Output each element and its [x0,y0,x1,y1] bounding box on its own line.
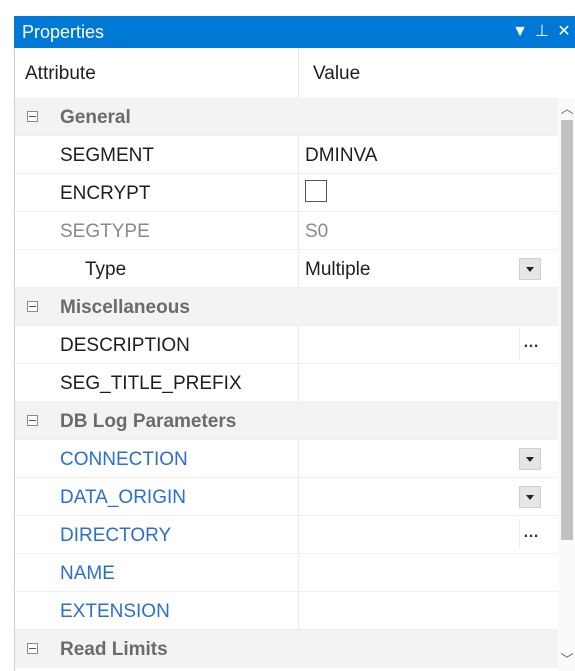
collapse-icon[interactable] [27,111,38,122]
scrollbar-thumb[interactable] [561,120,573,540]
encrypt-checkbox[interactable] [305,180,327,202]
category-label: Read Limits [60,639,168,660]
ellipsis-icon[interactable]: … [519,519,542,549]
panel-title: Properties [22,21,105,42]
cell-divider [298,592,299,630]
property-row-type[interactable]: Type Multiple [15,250,558,288]
window-position-dropdown-icon[interactable]: ▼ [509,16,531,48]
close-icon[interactable]: ✕ [553,16,575,48]
property-rows: General SEGMENT DMINVA ENCRYPT SEGTYPE S… [15,98,558,668]
property-value: S0 [305,221,329,242]
property-grid: Attribute Value General SEGMENT DMINVA E… [14,48,575,671]
collapse-icon[interactable] [27,643,38,654]
property-name: SEG_TITLE_PREFIX [60,373,242,394]
cell-divider [298,478,299,516]
collapse-icon[interactable] [27,301,38,312]
cell-divider [298,440,299,478]
property-row-description[interactable]: DESCRIPTION … [15,326,558,364]
property-value[interactable]: DMINVA [305,145,377,167]
property-row-extension[interactable]: EXTENSION [15,592,558,630]
chevron-down-icon[interactable] [519,486,541,508]
property-name: SEGMENT [60,145,154,166]
cell-divider [298,174,299,212]
property-name: DATA_ORIGIN [60,487,186,508]
cell-divider [298,212,299,250]
property-row-segtype[interactable]: SEGTYPE S0 [15,212,558,250]
category-miscellaneous[interactable]: Miscellaneous [15,288,558,326]
property-name: NAME [60,563,115,584]
cell-divider [298,136,299,174]
property-row-name[interactable]: NAME [15,554,558,592]
vertical-scrollbar[interactable]: ︿ ﹀ [558,98,575,671]
property-row-segment[interactable]: SEGMENT DMINVA [15,136,558,174]
property-row-data-origin[interactable]: DATA_ORIGIN [15,478,558,516]
column-divider[interactable] [298,48,299,98]
property-name: DESCRIPTION [60,335,190,356]
cell-divider [298,554,299,592]
category-label: DB Log Parameters [60,411,237,432]
category-label: Miscellaneous [60,297,190,318]
property-row-connection[interactable]: CONNECTION [15,440,558,478]
value-column-header[interactable]: Value [313,63,360,85]
collapse-icon[interactable] [27,415,38,426]
category-label: General [60,107,131,128]
property-row-directory[interactable]: DIRECTORY … [15,516,558,554]
category-db-log-parameters[interactable]: DB Log Parameters [15,402,558,440]
chevron-down-icon[interactable] [519,258,541,280]
scroll-up-icon[interactable]: ︿ [558,98,575,120]
pin-icon[interactable]: ⊥ [531,16,553,48]
cell-divider [298,364,299,402]
property-name: Type [85,259,127,280]
attribute-column-header[interactable]: Attribute [25,63,96,85]
property-row-encrypt[interactable]: ENCRYPT [15,174,558,212]
ellipsis-icon[interactable]: … [519,329,542,359]
cell-divider [298,516,299,554]
cell-divider [298,326,299,364]
property-name: SEGTYPE [60,221,150,242]
grid-header: Attribute Value [15,48,575,99]
scroll-down-icon[interactable]: ﹀ [558,649,575,671]
property-name: CONNECTION [60,449,188,470]
category-read-limits[interactable]: Read Limits [15,630,558,668]
properties-title-bar: Properties ▼ ⊥ ✕ [14,16,575,48]
category-general[interactable]: General [15,98,558,136]
chevron-down-icon[interactable] [519,448,541,470]
cell-divider [298,250,299,288]
property-row-seg-title-prefix[interactable]: SEG_TITLE_PREFIX [15,364,558,402]
property-name: DIRECTORY [60,525,172,546]
property-name: EXTENSION [60,601,170,622]
property-name: ENCRYPT [60,183,151,204]
type-select-value[interactable]: Multiple [305,259,370,281]
